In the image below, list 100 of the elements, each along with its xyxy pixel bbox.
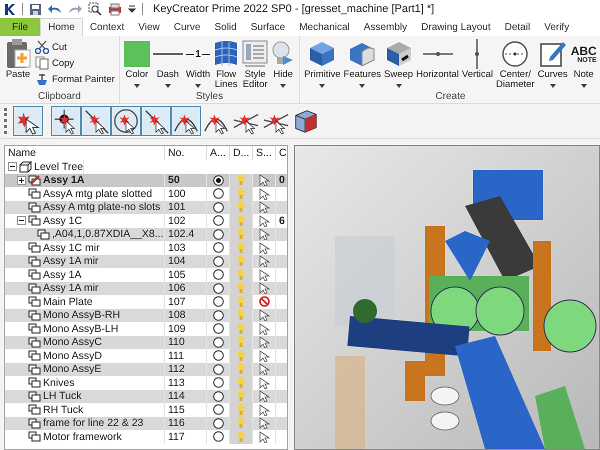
level-name[interactable]: Mono AssyC (43, 336, 102, 348)
level-row[interactable]: Assy 1A 50 0 (5, 174, 287, 187)
active-radio[interactable] (212, 364, 224, 375)
cursor-icon[interactable] (258, 282, 270, 294)
level-row[interactable]: Mono AssyE 112 (5, 362, 287, 376)
level-name[interactable]: Assy 1C (43, 214, 82, 227)
active-radio[interactable] (212, 310, 224, 321)
active-radio[interactable] (212, 323, 224, 334)
ribbon-tab[interactable]: Solid (207, 18, 244, 36)
level-name[interactable]: Main Plate (43, 296, 93, 308)
undo-icon[interactable] (48, 4, 62, 14)
selection-filter-button[interactable] (141, 106, 171, 136)
printer-icon[interactable] (108, 2, 122, 16)
ribbon-button[interactable]: Style Editor (241, 38, 270, 92)
cursor-icon[interactable] (258, 404, 270, 416)
cursor-icon[interactable] (258, 417, 270, 430)
active-radio[interactable] (212, 188, 224, 200)
active-radio[interactable] (212, 228, 224, 240)
cursor-icon[interactable] (258, 188, 270, 200)
level-row[interactable]: ,A04,1,0.87XDIA__X8....102.4 (5, 228, 287, 241)
active-radio[interactable] (212, 350, 224, 362)
level-name[interactable]: Assy 1C mir (43, 242, 100, 254)
ribbon-tab[interactable]: Assembly (356, 18, 414, 36)
level-name[interactable]: Assy 1A mir (43, 282, 98, 294)
selection-filter-button[interactable] (51, 106, 81, 136)
save-icon[interactable] (29, 2, 42, 16)
cursor-icon[interactable] (258, 336, 270, 348)
active-radio[interactable] (212, 296, 224, 308)
active-radio[interactable] (212, 215, 224, 226)
ribbon-button[interactable]: Sweep (383, 38, 414, 92)
active-radio[interactable] (212, 174, 224, 186)
level-name[interactable]: frame for line 22 & 23 (43, 417, 144, 430)
active-radio[interactable] (212, 377, 224, 388)
cursor-icon[interactable] (258, 242, 270, 254)
level-name[interactable]: Assy A mtg plate-no slots (43, 201, 160, 214)
ribbon-tab[interactable]: View (131, 18, 167, 36)
cursor-icon[interactable] (258, 309, 270, 322)
ribbon-tab[interactable]: Detail (498, 18, 538, 36)
ribbon-button[interactable]: Center/ Diameter (495, 38, 536, 92)
selection-filter-button[interactable] (171, 106, 201, 136)
cursor-icon[interactable] (258, 214, 270, 227)
active-radio[interactable] (212, 242, 224, 254)
active-radio[interactable] (212, 202, 224, 213)
level-row[interactable]: Assy 1A mir 104 (5, 254, 287, 268)
level-row[interactable]: Assy A mtg plate-no slots 101 (5, 200, 287, 214)
level-row[interactable]: frame for line 22 & 23 116 (5, 416, 287, 430)
ribbon-tab[interactable]: Home (40, 18, 83, 36)
ribbon-tab[interactable]: Drawing Layout (414, 18, 498, 36)
cursor-icon[interactable] (258, 322, 270, 335)
ribbon-button[interactable]: Vertical (460, 38, 494, 92)
ribbon-button[interactable]: Paste (3, 38, 33, 91)
selection-filter-button[interactable] (81, 106, 111, 136)
cursor-icon[interactable] (258, 376, 270, 389)
active-radio[interactable] (212, 336, 224, 348)
ribbon-tab[interactable]: File (0, 18, 40, 36)
active-radio[interactable] (212, 404, 224, 416)
ribbon-small-button[interactable]: Cut (34, 40, 116, 54)
level-name[interactable]: AssyA mtg plate slotted (43, 188, 152, 200)
prohibited-icon[interactable] (258, 296, 270, 308)
ribbon-button[interactable]: Color (122, 38, 151, 92)
cursor-icon[interactable] (258, 174, 270, 186)
level-row[interactable]: LH Tuck 114 (5, 390, 287, 403)
level-row[interactable]: Assy 1A mir 106 (5, 282, 287, 295)
ribbon-tab[interactable]: Context (82, 18, 132, 36)
cursor-icon[interactable] (258, 390, 270, 402)
ribbon-tab[interactable]: Mechanical (292, 18, 357, 36)
level-name[interactable]: Mono AssyD (43, 350, 102, 362)
ribbon-small-button[interactable]: Copy (34, 56, 116, 70)
ribbon-button[interactable]: Primitive (303, 38, 342, 92)
active-radio[interactable] (212, 269, 224, 280)
level-name[interactable]: LH Tuck (43, 390, 82, 402)
level-name[interactable]: Assy 1A (43, 174, 84, 186)
active-radio[interactable] (212, 390, 224, 402)
cursor-icon[interactable] (258, 363, 270, 376)
selection-filter-button[interactable] (13, 106, 43, 136)
level-name[interactable]: ,A04,1,0.87XDIA__X8.... (52, 228, 164, 240)
zoom-window-icon[interactable] (88, 2, 102, 16)
collapse-icon[interactable] (17, 216, 26, 226)
selection-filter-button[interactable] (111, 106, 141, 136)
active-radio[interactable] (212, 431, 224, 442)
active-radio[interactable] (212, 418, 224, 429)
cursor-icon[interactable] (258, 255, 270, 268)
cursor-icon[interactable] (258, 268, 270, 281)
level-name[interactable]: Assy 1A (43, 268, 82, 281)
machine-model-drawing[interactable] (335, 170, 596, 449)
ribbon-button[interactable]: Horizontal (415, 38, 460, 92)
customize-icon[interactable] (128, 5, 136, 13)
active-radio[interactable] (212, 256, 224, 267)
level-name[interactable]: Knives (43, 376, 75, 389)
active-radio[interactable] (212, 282, 224, 294)
cursor-icon[interactable] (258, 228, 270, 240)
app-logo-icon[interactable] (4, 2, 16, 16)
level-name[interactable]: Assy 1A mir (43, 255, 98, 268)
cursor-icon[interactable] (258, 430, 270, 443)
expand-icon[interactable] (17, 176, 26, 185)
tree-root-label[interactable]: Level Tree (34, 160, 84, 173)
ribbon-tab[interactable]: Verify (537, 18, 576, 36)
collapse-icon[interactable] (8, 162, 17, 172)
level-name[interactable]: RH Tuck (43, 404, 84, 416)
level-row[interactable]: Mono AssyC 110 (5, 336, 287, 349)
